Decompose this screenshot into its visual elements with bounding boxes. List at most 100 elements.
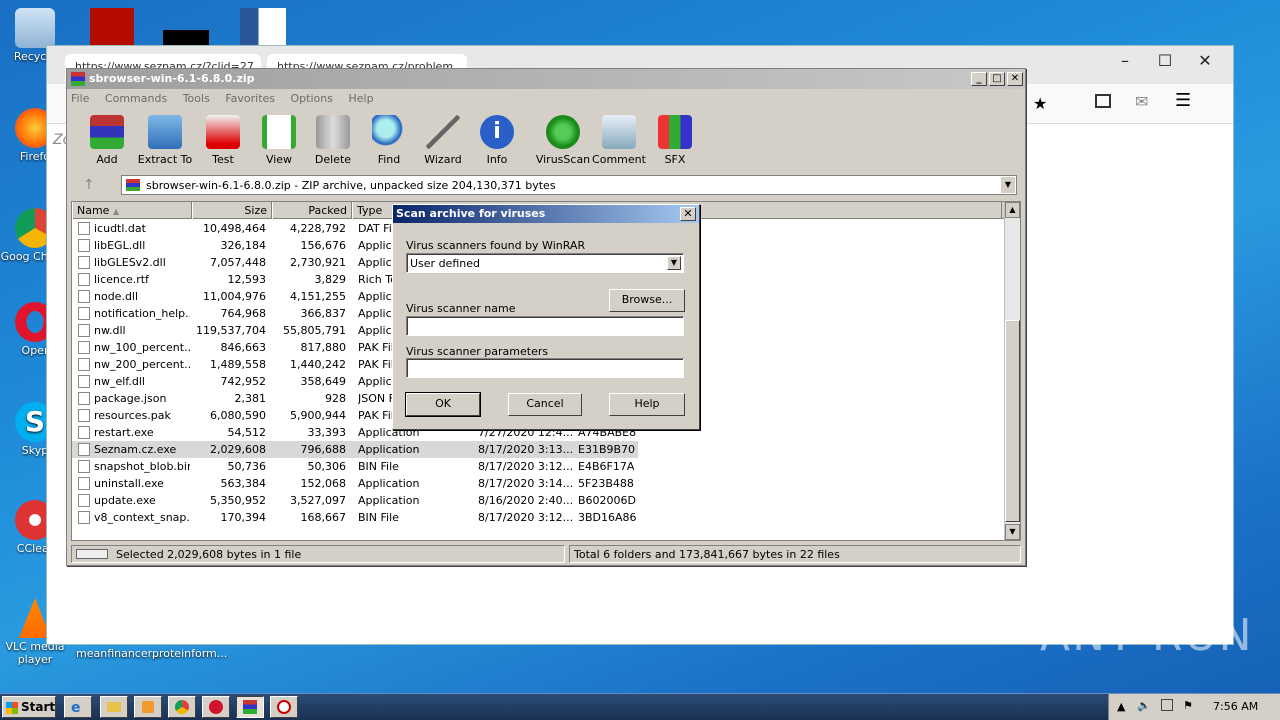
file-packed: 3,829	[314, 273, 347, 286]
file-row[interactable]: update.exe 5,350,952 3,527,097 Application 8…	[72, 492, 1002, 509]
winrar-title: sbrowser-win-6.1-6.8.0.zip	[89, 72, 255, 85]
file-row[interactable]: uninstall.exe 563,384 152,068 Application 8/…	[72, 475, 1002, 492]
desktop-icon-label-proteinform[interactable]: proteinform...	[152, 647, 227, 660]
taskbar-opera-icon[interactable]	[202, 696, 230, 718]
file-size: 764,968	[220, 307, 267, 320]
tool-view-button[interactable]: View	[251, 115, 307, 166]
file-name: node.dll	[94, 290, 139, 303]
file-name: libEGL.dll	[94, 239, 146, 252]
tool-virusscan-button[interactable]: VirusScan	[535, 115, 591, 166]
column-name[interactable]: Name ▲	[72, 202, 192, 219]
ok-button[interactable]: OK	[405, 392, 481, 417]
file-row[interactable]: v8_context_snap... 170,394 168,667 BIN File…	[72, 509, 1002, 526]
taskbar-explorer-icon[interactable]	[100, 696, 128, 718]
taskbar-seznam-icon[interactable]	[270, 696, 298, 718]
tool-find-button[interactable]: Find	[361, 115, 417, 166]
mail-icon[interactable]: ✉	[1135, 92, 1148, 111]
file-type: Application	[358, 494, 420, 507]
scanner-params-input[interactable]	[406, 358, 684, 378]
scanner-select[interactable]: User defined ▼	[406, 253, 684, 273]
address-field[interactable]: sbrowser-win-6.1-6.8.0.zip - ZIP archive…	[121, 175, 1017, 195]
column-size[interactable]: Size	[192, 202, 272, 219]
winrar-minimize-button[interactable]: _	[971, 72, 987, 86]
dialog-close-button[interactable]: ✕	[680, 207, 696, 221]
tool-sfx-button[interactable]: SFX	[647, 115, 703, 166]
address-dropdown-icon[interactable]: ▼	[1001, 177, 1015, 193]
taskbar-chrome-icon[interactable]	[168, 696, 196, 718]
archive-icon	[126, 179, 140, 191]
file-name: v8_context_snap...	[94, 511, 190, 524]
file-name: Seznam.cz.exe	[94, 443, 177, 456]
tool-test-button[interactable]: Test	[195, 115, 251, 166]
desktop-icon-label-meanfinancer[interactable]: meanfinancer...	[76, 647, 162, 660]
status-total: Total 6 folders and 173,841,667 bytes in…	[569, 545, 1021, 563]
file-crc: B602006D	[578, 494, 637, 507]
winrar-close-button[interactable]: ✕	[1007, 72, 1023, 86]
clock[interactable]: 7:56 AM	[1213, 700, 1258, 713]
scroll-up-arrow[interactable]: ▲	[1005, 202, 1020, 218]
winrar-maximize-button[interactable]: □	[989, 72, 1005, 86]
bookmark-star-icon[interactable]: ★	[1033, 94, 1047, 113]
network-icon[interactable]	[1161, 699, 1173, 711]
close-button[interactable]: ✕	[1185, 46, 1225, 76]
file-name: resources.pak	[94, 409, 171, 422]
menu-icon[interactable]: ☰	[1175, 90, 1191, 111]
file-packed: 358,649	[300, 375, 347, 388]
tool-delete-button[interactable]: Delete	[305, 115, 361, 166]
magnifier-icon	[372, 115, 406, 149]
winrar-toolbar: Add Extract To Test View Delete Find Wiz…	[75, 111, 1017, 173]
vertical-scrollbar[interactable]: ▲ ▼	[1004, 202, 1020, 540]
taskbar-media-icon[interactable]	[134, 696, 162, 718]
file-size: 7,057,448	[210, 256, 266, 269]
tool-wizard-button[interactable]: Wizard	[415, 115, 471, 166]
file-size: 12,593	[227, 273, 267, 286]
file-size: 742,952	[220, 375, 267, 388]
tray-expand-icon[interactable]: ▲	[1117, 700, 1125, 713]
taskbar-ie-icon[interactable]: e	[64, 696, 92, 718]
file-packed: 4,228,792	[290, 222, 346, 235]
acrobat-icon[interactable]	[90, 8, 134, 48]
taskbar-winrar-icon[interactable]	[236, 696, 264, 718]
menu-favorites[interactable]: Favorites	[225, 92, 275, 105]
status-selected: Selected 2,029,608 bytes in 1 file	[71, 545, 565, 563]
menu-tools[interactable]: Tools	[183, 92, 210, 105]
scroll-down-arrow[interactable]: ▼	[1005, 524, 1020, 540]
start-button[interactable]: Start	[2, 696, 56, 718]
file-size: 54,512	[227, 426, 267, 439]
file-icon	[78, 324, 90, 337]
tool-info-button[interactable]: i Info	[469, 115, 525, 166]
menu-file[interactable]: File	[71, 92, 89, 105]
menu-help[interactable]: Help	[348, 92, 373, 105]
tool-extract-button[interactable]: Extract To	[137, 115, 193, 166]
file-packed: 2,730,921	[290, 256, 346, 269]
minimize-button[interactable]: –	[1105, 46, 1145, 76]
menu-options[interactable]: Options	[291, 92, 333, 105]
tool-add-button[interactable]: Add	[79, 115, 135, 166]
drive-icon	[76, 549, 108, 559]
black-app-icon[interactable]	[163, 30, 209, 46]
help-button[interactable]: Help	[609, 393, 685, 416]
browse-button[interactable]: Browse...	[609, 289, 685, 312]
virus-bug-icon	[546, 115, 580, 149]
scanner-name-input[interactable]	[406, 316, 684, 336]
file-size: 1,489,558	[210, 358, 266, 371]
flag-icon[interactable]: ⚑	[1183, 699, 1193, 712]
file-row[interactable]: snapshot_blob.bin 50,736 50,306 BIN File 8/1…	[72, 458, 1002, 475]
volume-icon[interactable]: 🔈	[1137, 699, 1151, 712]
column-packed[interactable]: Packed	[272, 202, 352, 219]
sidebar-icon[interactable]	[1095, 94, 1111, 108]
cancel-button[interactable]: Cancel	[508, 393, 582, 416]
status-bar: Selected 2,029,608 bytes in 1 file Total…	[71, 545, 1021, 563]
word-icon[interactable]	[240, 8, 286, 48]
menu-commands[interactable]: Commands	[105, 92, 167, 105]
dropdown-arrow-icon[interactable]: ▼	[667, 256, 681, 270]
trash-icon	[316, 115, 350, 149]
add-icon	[90, 115, 124, 149]
up-arrow-icon[interactable]: ↑	[83, 177, 95, 193]
scroll-thumb[interactable]	[1005, 320, 1020, 522]
maximize-button[interactable]: ☐	[1145, 46, 1185, 76]
file-size: 50,736	[227, 460, 267, 473]
file-row[interactable]: Seznam.cz.exe 2,029,608 796,688 Application…	[72, 441, 638, 458]
tool-comment-button[interactable]: Comment	[591, 115, 647, 166]
file-crc: 3BD16A86	[578, 511, 637, 524]
